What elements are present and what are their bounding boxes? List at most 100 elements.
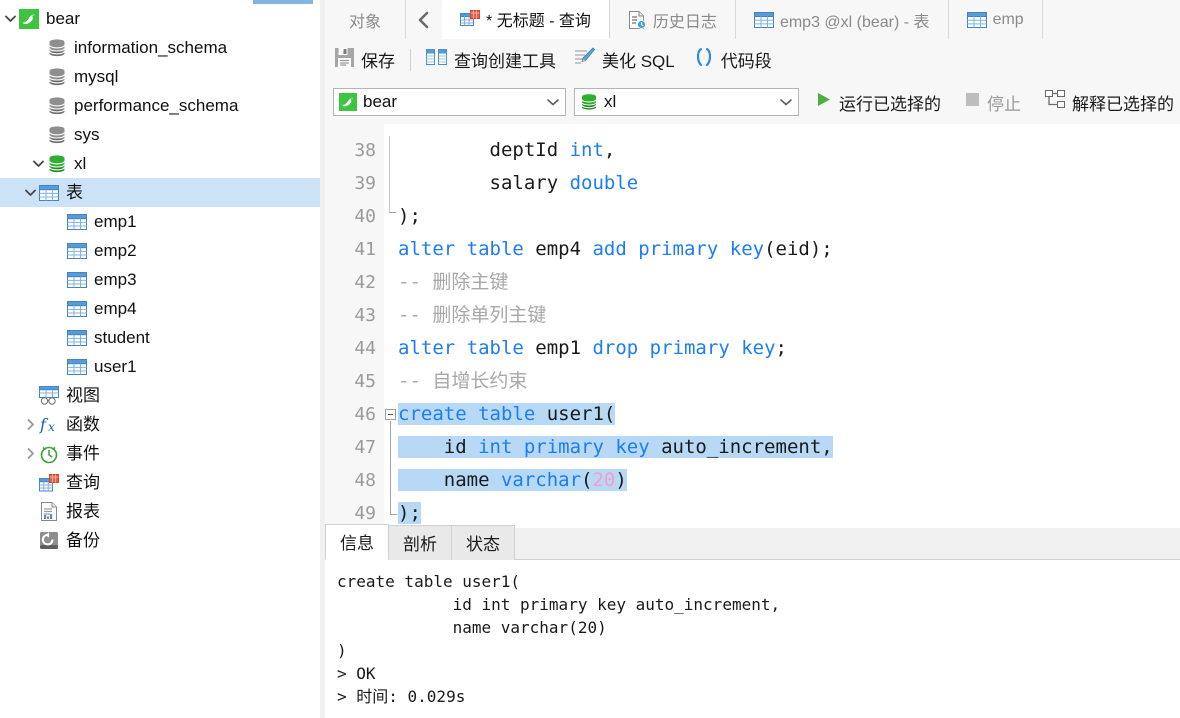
fold-guide-foot [389,212,396,213]
fold-collapse-button[interactable] [385,409,396,420]
tree-item-emp1[interactable]: emp1 [0,207,320,236]
editor-tab-bar[interactable]: 对象 * 无标题 - 查询 历史日志 emp3 @xl (bear) - 表 e… [325,0,1180,40]
code-token: user1( [546,403,616,425]
tree-item-user1[interactable]: user1 [0,352,320,381]
tree-item-备份[interactable]: 备份 [0,526,320,555]
line-number: 47 [354,437,376,458]
tree-item-bear[interactable]: bear [0,4,320,33]
result-tab-剖析[interactable]: 剖析 [388,525,452,560]
tree-item-emp2[interactable]: emp2 [0,236,320,265]
chevron-right-icon[interactable] [22,410,38,439]
code-token: , [603,139,616,161]
tree-item-label: performance_schema [74,96,239,115]
tree-item-information_schema[interactable]: information_schema [0,33,320,62]
tab-untitled-query[interactable]: * 无标题 - 查询 [442,0,610,39]
result-tab-bar[interactable]: 信息 剖析 状态 [325,524,1180,561]
code-token: deptId [398,139,570,161]
connection-select[interactable]: bear [333,88,566,116]
mysql-dolphin-icon [18,8,40,30]
code-line[interactable]: -- 删除主键 [398,266,508,299]
tab-objects[interactable]: 对象 [325,0,407,39]
fold-guide [389,136,390,212]
tree-item-xl[interactable]: xl [0,149,320,178]
query-builder-button[interactable]: 查询创建工具 [417,39,565,80]
code-token: -- 删除单列主键 [398,304,547,326]
code-line[interactable]: name varchar(20) [398,464,627,497]
query-icon [38,472,60,494]
chevron-down-icon[interactable] [774,97,798,107]
tab-history-log[interactable]: 历史日志 [610,0,736,39]
tree-item-student[interactable]: student [0,323,320,352]
database-tree[interactable]: bear information_schemamysql performance_s… [0,4,320,555]
code-line[interactable]: ); [398,200,421,233]
table-icon [66,298,88,320]
code-snippet-button[interactable]: 代码段 [684,39,781,80]
chevron-down-icon[interactable] [30,149,46,178]
tree-item-查询[interactable]: 查询 [0,468,320,497]
code-line[interactable]: deptId int, [398,134,616,167]
stop-icon [965,92,980,112]
code-token: alter table [398,337,536,359]
tree-item-label: student [94,328,150,347]
result-tab-状态[interactable]: 状态 [451,525,515,560]
result-tab-信息[interactable]: 信息 [325,524,389,560]
code-line[interactable]: -- 删除单列主键 [398,299,546,332]
tree-item-emp3[interactable]: emp3 [0,265,320,294]
tree-item-sys[interactable]: sys [0,120,320,149]
beautify-sql-button[interactable]: 美化 SQL [565,39,684,80]
database-select[interactable]: xl [574,88,799,116]
report-icon [38,501,60,523]
tab-emp-table[interactable]: emp [949,0,1043,39]
sql-editor[interactable]: 38394041424344454647484950 deptId int, s… [325,124,1180,529]
tab-scroll-back-button[interactable] [406,0,442,39]
save-button[interactable]: 保存 [325,39,404,80]
code-line[interactable]: create table user1( [398,398,616,431]
line-number: 44 [354,338,376,359]
code-folding-column[interactable] [384,124,398,528]
table-icon [66,356,88,378]
stop-button[interactable]: 停止 [957,90,1029,115]
code-token: auto_increment, [661,436,833,458]
explain-selected-button[interactable]: 解释已选择的 [1037,90,1180,115]
tree-item-函数[interactable]: f x 函数 [0,410,320,439]
tree-item-label: 表 [66,183,83,202]
code-line[interactable]: alter table emp4 add primary key(eid); [398,233,833,266]
tab-emp-table-label: emp [992,10,1024,28]
tree-item-视图[interactable]: 视图 [0,381,320,410]
tab-objects-label: 对象 [349,13,382,31]
chevron-down-icon[interactable] [2,4,18,33]
chevron-right-icon[interactable] [22,439,38,468]
chevron-down-icon[interactable] [541,97,565,107]
tree-item-mysql[interactable]: mysql [0,62,320,91]
chevron-down-icon[interactable] [22,178,38,207]
object-tree-sidebar[interactable]: bear information_schemamysql performance_s… [0,0,320,718]
code-snippet-label: 代码段 [720,52,772,71]
code-token: -- 删除主键 [398,271,509,293]
line-number: 39 [354,173,376,194]
message-line: name varchar(20) [337,618,607,637]
tree-item-emp4[interactable]: emp4 [0,294,320,323]
run-selected-button[interactable]: 运行已选择的 [807,90,949,115]
beautify-sql-label: 美化 SQL [602,52,675,71]
connection-bar[interactable]: bear xl 运行已选择的 停止 解释已选择的 [325,80,1180,124]
code-line[interactable]: salary double [398,167,639,200]
sql-code-area[interactable]: deptId int, salary double); alter table e… [398,124,1180,528]
line-number: 40 [354,206,376,227]
query-toolbar[interactable]: 保存 查询创建工具 美化 SQL 代码段 [325,39,1180,80]
tree-item-表[interactable]: 表 [0,178,320,207]
code-line[interactable]: alter table emp1 drop primary key; [398,332,787,365]
tree-item-label: emp1 [94,212,137,231]
tab-emp3-table[interactable]: emp3 @xl (bear) - 表 [736,0,949,39]
tree-item-label: 视图 [66,386,100,405]
code-line[interactable]: -- 自增长约束 [398,365,527,398]
tree-item-label: information_schema [74,38,228,57]
code-line[interactable]: id int primary key auto_increment, [398,431,833,464]
tree-item-报表[interactable]: 报表 [0,497,320,526]
save-icon [334,47,355,73]
tree-item-performance_schema[interactable]: performance_schema [0,91,320,120]
tree-item-事件[interactable]: 事件 [0,439,320,468]
